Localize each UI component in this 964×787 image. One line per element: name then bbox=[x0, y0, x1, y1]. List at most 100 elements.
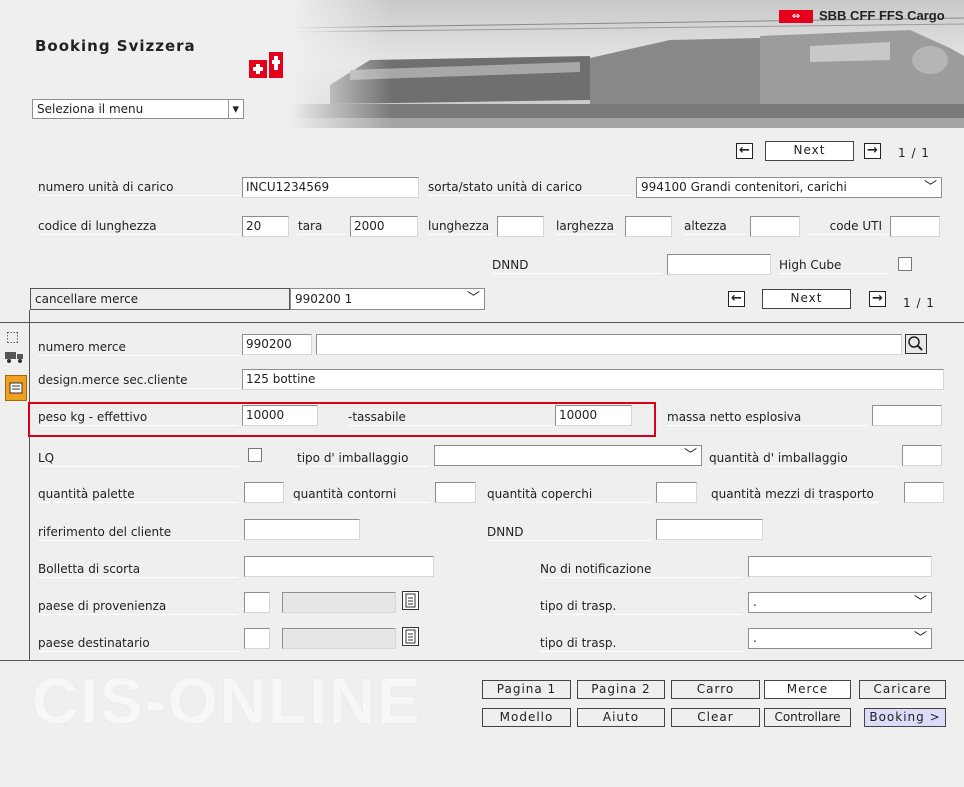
sorta-stato-value: 994100 Grandi contenitori, carichi bbox=[641, 180, 847, 194]
swiss-flag-icon bbox=[249, 52, 283, 82]
paese-provenienza-code-input[interactable] bbox=[244, 592, 270, 613]
tipo-trasp-select-1[interactable]: . ﹀ bbox=[748, 592, 932, 613]
high-cube-label: High Cube bbox=[779, 258, 889, 274]
tipo-trasp-value-1: . bbox=[753, 595, 757, 609]
quantita-coperchi-input[interactable] bbox=[656, 482, 697, 503]
codice-lunghezza-input[interactable]: 20 bbox=[242, 216, 289, 237]
lq-checkbox[interactable] bbox=[248, 448, 262, 462]
controllare-button[interactable]: Controllare bbox=[764, 708, 851, 727]
numero-unita-input[interactable]: INCU1234569 bbox=[242, 177, 419, 198]
notificazione-label: No di notificazione bbox=[540, 562, 742, 578]
chevron-down-icon: ﹀ bbox=[466, 291, 480, 306]
cancellare-merce-label: cancellare merce bbox=[35, 292, 139, 306]
peso-effettivo-label: peso kg - effettivo bbox=[38, 410, 238, 426]
next-goods-button[interactable]: Next bbox=[762, 289, 851, 309]
quantita-mezzi-input[interactable] bbox=[904, 482, 944, 503]
paese-destinatario-name-input bbox=[282, 628, 396, 649]
bolletta-input[interactable] bbox=[244, 556, 434, 577]
riferimento-input[interactable] bbox=[244, 519, 360, 540]
quantita-coperchi-label: quantità coperchi bbox=[487, 487, 651, 503]
dnnd-label: DNND bbox=[492, 258, 662, 274]
sorta-stato-label: sorta/stato unità di carico bbox=[428, 180, 632, 196]
altezza-label: altezza bbox=[684, 219, 746, 235]
tara-input[interactable]: 2000 bbox=[350, 216, 418, 237]
riferimento-label: riferimento del cliente bbox=[38, 525, 238, 541]
peso-tassabile-label: -tassabile bbox=[348, 410, 552, 426]
bolletta-label: Bolletta di scorta bbox=[38, 562, 238, 578]
massa-netto-label: massa netto esplosiva bbox=[667, 410, 867, 426]
lunghezza-input[interactable] bbox=[497, 216, 544, 237]
codice-lunghezza-label: codice di lunghezza bbox=[38, 219, 238, 235]
numero-merce-input[interactable]: 990200 bbox=[242, 334, 312, 355]
modello-button[interactable]: Modello bbox=[482, 708, 571, 727]
quantita-imballaggio-input[interactable] bbox=[902, 445, 942, 466]
quantita-palette-input[interactable] bbox=[244, 482, 284, 503]
pagina-1-button[interactable]: Pagina 1 bbox=[482, 680, 571, 699]
document-icon[interactable] bbox=[402, 627, 419, 646]
notificazione-input[interactable] bbox=[748, 556, 932, 577]
menu-select-value: Seleziona il menu bbox=[37, 102, 144, 116]
previous-arrow-icon[interactable]: ← bbox=[736, 143, 753, 159]
tipo-trasp-value-2: . bbox=[753, 631, 757, 645]
numero-merce-description-input[interactable] bbox=[316, 334, 902, 355]
code-uti-input[interactable] bbox=[890, 216, 940, 237]
menu-select[interactable]: Seleziona il menu ▾ bbox=[32, 99, 244, 119]
aiuto-button[interactable]: Aiuto bbox=[577, 708, 665, 727]
footer-divider bbox=[0, 660, 964, 661]
chevron-down-icon: ﹀ bbox=[913, 631, 927, 646]
merce-button[interactable]: Merce bbox=[764, 680, 851, 699]
truck-icon[interactable] bbox=[5, 350, 25, 364]
goods-dnnd-input[interactable] bbox=[656, 519, 763, 540]
tipo-imballaggio-select[interactable]: ﹀ bbox=[434, 445, 702, 466]
quantita-palette-label: quantità palette bbox=[38, 487, 238, 503]
carro-button[interactable]: Carro bbox=[671, 680, 760, 699]
container-icon[interactable]: ⬚ bbox=[6, 330, 23, 345]
document-icon[interactable] bbox=[402, 591, 419, 610]
booking-button[interactable]: Booking > bbox=[864, 708, 946, 727]
caricare-button[interactable]: Caricare bbox=[859, 680, 946, 699]
next-arrow-icon[interactable]: → bbox=[869, 291, 886, 307]
paese-provenienza-name-input bbox=[282, 592, 396, 613]
tara-label: tara bbox=[298, 219, 346, 235]
search-icon[interactable] bbox=[905, 334, 927, 354]
sbb-logo-icon: ⇔ bbox=[779, 10, 813, 23]
tipo-trasp-select-2[interactable]: . ﹀ bbox=[748, 628, 932, 649]
design-merce-label: design.merce sec.cliente bbox=[38, 373, 238, 389]
tipo-trasp-label-1: tipo di trasp. bbox=[540, 599, 742, 615]
goods-list-icon[interactable] bbox=[5, 375, 27, 401]
goods-select[interactable]: 990200 1 ﹀ bbox=[290, 288, 485, 310]
section-divider bbox=[0, 322, 964, 323]
goods-dnnd-label: DNND bbox=[487, 525, 651, 541]
quantita-imballaggio-label: quantità d' imballaggio bbox=[709, 451, 899, 467]
chevron-down-icon: ﹀ bbox=[923, 180, 937, 195]
peso-tassabile-input[interactable]: 10000 bbox=[555, 405, 632, 426]
page-count: 1 / 1 bbox=[898, 146, 930, 160]
previous-arrow-icon[interactable]: ← bbox=[728, 291, 745, 307]
goods-select-value: 990200 1 bbox=[295, 292, 353, 306]
left-vertical-divider bbox=[29, 310, 30, 660]
paese-destinatario-code-input[interactable] bbox=[244, 628, 270, 649]
larghezza-label: larghezza bbox=[556, 219, 618, 235]
massa-netto-input[interactable] bbox=[872, 405, 942, 426]
next-button[interactable]: Next bbox=[765, 141, 854, 161]
tipo-imballaggio-label: tipo d' imballaggio bbox=[297, 451, 429, 467]
header: Booking Svizzera ⇔ SBB CFF FFS Cargo Sel… bbox=[0, 0, 964, 128]
lunghezza-label: lunghezza bbox=[428, 219, 494, 235]
numero-merce-label: numero merce bbox=[38, 340, 238, 356]
quantita-contorni-input[interactable] bbox=[435, 482, 476, 503]
quantita-mezzi-label: quantità mezzi di trasporto bbox=[711, 487, 878, 503]
pagina-2-button[interactable]: Pagina 2 bbox=[577, 680, 665, 699]
brand-name: SBB CFF FFS Cargo bbox=[819, 8, 945, 23]
design-merce-input[interactable]: 125 bottine bbox=[242, 369, 944, 390]
altezza-input[interactable] bbox=[750, 216, 800, 237]
peso-effettivo-input[interactable]: 10000 bbox=[242, 405, 318, 426]
next-arrow-icon[interactable]: → bbox=[864, 143, 881, 159]
dnnd-input[interactable] bbox=[667, 254, 771, 275]
cancellare-merce-button[interactable]: cancellare merce bbox=[30, 288, 290, 310]
code-uti-label: code UTI bbox=[808, 219, 886, 235]
clear-button[interactable]: Clear bbox=[671, 708, 760, 727]
high-cube-checkbox[interactable] bbox=[898, 257, 912, 271]
larghezza-input[interactable] bbox=[625, 216, 672, 237]
sorta-stato-select[interactable]: 994100 Grandi contenitori, carichi ﹀ bbox=[636, 177, 942, 198]
chevron-down-icon: ▾ bbox=[228, 100, 239, 118]
